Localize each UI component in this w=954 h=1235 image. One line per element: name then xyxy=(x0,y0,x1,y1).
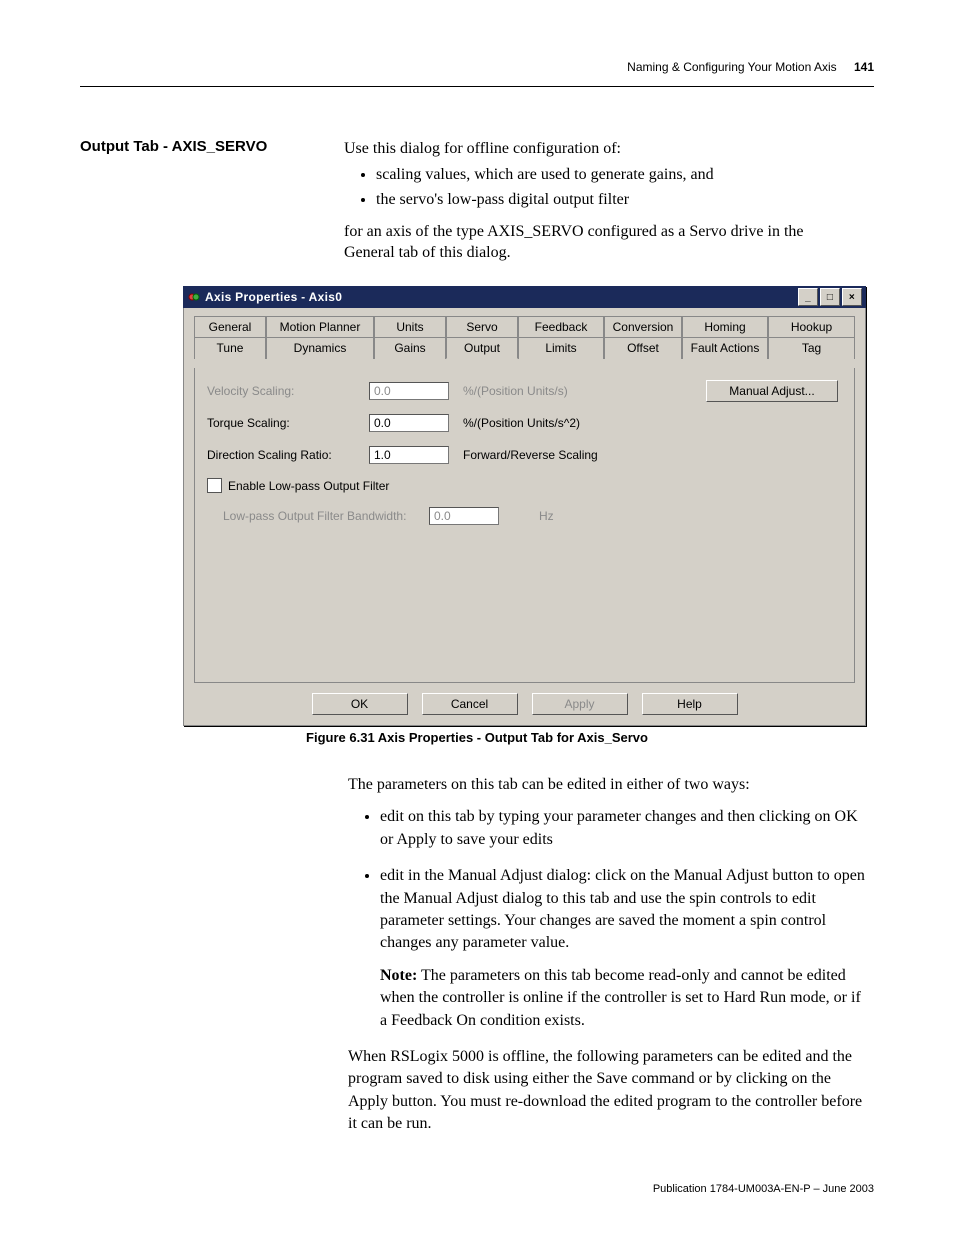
enable-lowpass-checkbox[interactable] xyxy=(207,478,222,493)
close-button[interactable]: × xyxy=(842,288,862,306)
lowpass-bandwidth-unit: Hz xyxy=(539,509,554,523)
manual-adjust-button[interactable]: Manual Adjust... xyxy=(706,380,838,402)
output-panel: Manual Adjust... Velocity Scaling: %/(Po… xyxy=(194,368,855,683)
body-tail: When RSLogix 5000 is offline, the follow… xyxy=(348,1046,868,1136)
intro-tail: for an axis of the type AXIS_SERVO confi… xyxy=(344,221,844,264)
maximize-button[interactable]: □ xyxy=(820,288,840,306)
tab-strip: General Motion Planner Units Servo Feedb… xyxy=(194,316,855,359)
dialog-client: General Motion Planner Units Servo Feedb… xyxy=(183,308,866,726)
tab-gains[interactable]: Gains xyxy=(374,337,446,359)
tab-feedback[interactable]: Feedback xyxy=(518,316,604,337)
axis-properties-dialog: Axis Properties - Axis0 _ □ × General Mo… xyxy=(183,286,866,726)
chapter-title: Naming & Configuring Your Motion Axis xyxy=(627,60,836,74)
tab-dynamics[interactable]: Dynamics xyxy=(266,337,374,359)
running-header: Naming & Configuring Your Motion Axis 14… xyxy=(627,60,874,74)
tab-tune[interactable]: Tune xyxy=(194,337,266,359)
ok-button[interactable]: OK xyxy=(312,693,408,715)
list-item-text: edit in the Manual Adjust dialog: click … xyxy=(380,867,865,951)
list-item: edit on this tab by typing your paramete… xyxy=(380,806,868,851)
section: Output Tab - AXIS_SERVO Use this dialog … xyxy=(80,138,874,272)
torque-scaling-unit: %/(Position Units/s^2) xyxy=(463,416,580,430)
intro-lead: Use this dialog for offline configuratio… xyxy=(344,140,621,157)
tab-fault-actions[interactable]: Fault Actions xyxy=(682,337,768,359)
dialog-button-row: OK Cancel Apply Help xyxy=(194,683,855,715)
direction-scaling-label: Direction Scaling Ratio: xyxy=(207,448,369,462)
tab-tag[interactable]: Tag xyxy=(768,337,855,359)
velocity-scaling-unit: %/(Position Units/s) xyxy=(463,384,568,398)
lowpass-bandwidth-label: Low-pass Output Filter Bandwidth: xyxy=(223,509,429,523)
lowpass-bandwidth-input[interactable] xyxy=(429,507,499,525)
tab-motion-planner[interactable]: Motion Planner xyxy=(266,316,374,337)
note-label: Note: xyxy=(380,967,417,984)
direction-scaling-input[interactable] xyxy=(369,446,449,464)
tab-servo[interactable]: Servo xyxy=(446,316,518,337)
velocity-scaling-input[interactable] xyxy=(369,382,449,400)
enable-lowpass-row: Enable Low-pass Output Filter xyxy=(207,478,842,493)
body-lead: The parameters on this tab can be edited… xyxy=(348,774,868,796)
intro-bullet: the servo's low-pass digital output filt… xyxy=(376,189,844,211)
tab-units[interactable]: Units xyxy=(374,316,446,337)
minimize-button[interactable]: _ xyxy=(798,288,818,306)
tab-conversion[interactable]: Conversion xyxy=(604,316,682,337)
tab-output[interactable]: Output xyxy=(446,337,518,359)
page: Naming & Configuring Your Motion Axis 14… xyxy=(0,0,954,1235)
apply-button[interactable]: Apply xyxy=(532,693,628,715)
direction-scaling-unit: Forward/Reverse Scaling xyxy=(463,448,598,462)
torque-scaling-input[interactable] xyxy=(369,414,449,432)
tab-hookup[interactable]: Hookup xyxy=(768,316,855,337)
note: Note: The parameters on this tab become … xyxy=(380,965,868,1032)
tab-offset[interactable]: Offset xyxy=(604,337,682,359)
tab-limits[interactable]: Limits xyxy=(518,337,604,359)
header-rule xyxy=(80,86,874,87)
dialog-titlebar[interactable]: Axis Properties - Axis0 _ □ × xyxy=(183,286,866,308)
section-title: Output Tab - AXIS_SERVO xyxy=(80,138,340,155)
publication-footer: Publication 1784-UM003A-EN-P – June 2003 xyxy=(653,1183,874,1195)
intro-column: Use this dialog for offline configuratio… xyxy=(344,138,844,272)
list-item: edit in the Manual Adjust dialog: click … xyxy=(380,865,868,1032)
tab-general[interactable]: General xyxy=(194,316,266,337)
intro-bullet: scaling values, which are used to genera… xyxy=(376,164,844,186)
note-text: The parameters on this tab become read-o… xyxy=(380,967,861,1029)
enable-lowpass-label: Enable Low-pass Output Filter xyxy=(228,479,389,493)
lowpass-bandwidth-row: Low-pass Output Filter Bandwidth: Hz xyxy=(223,507,842,525)
direction-scaling-row: Direction Scaling Ratio: Forward/Reverse… xyxy=(207,446,842,464)
cancel-button[interactable]: Cancel xyxy=(422,693,518,715)
tab-homing[interactable]: Homing xyxy=(682,316,768,337)
edit-methods-list: edit on this tab by typing your paramete… xyxy=(348,806,868,1032)
page-number: 141 xyxy=(854,60,874,74)
body-text: The parameters on this tab can be edited… xyxy=(348,766,868,1143)
velocity-scaling-label: Velocity Scaling: xyxy=(207,384,369,398)
figure-caption: Figure 6.31 Axis Properties - Output Tab… xyxy=(0,730,954,745)
torque-scaling-label: Torque Scaling: xyxy=(207,416,369,430)
help-button[interactable]: Help xyxy=(642,693,738,715)
app-icon xyxy=(187,290,201,304)
torque-scaling-row: Torque Scaling: %/(Position Units/s^2) xyxy=(207,414,842,432)
dialog-title: Axis Properties - Axis0 xyxy=(205,290,796,304)
intro-bullets: scaling values, which are used to genera… xyxy=(344,164,844,211)
